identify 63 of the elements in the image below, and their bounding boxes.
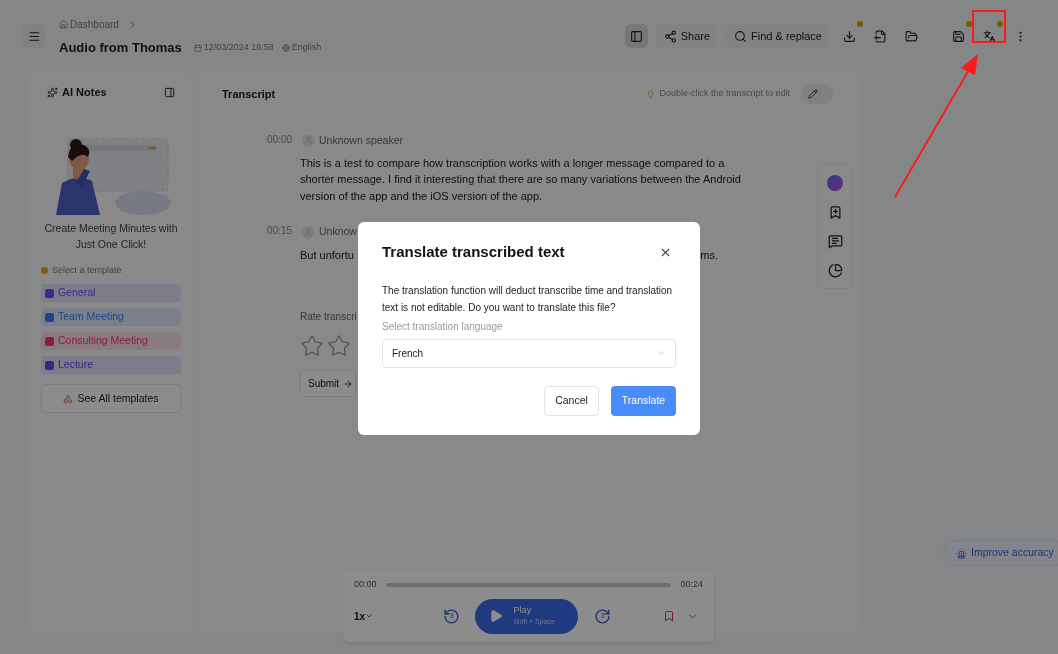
promo-text: Create Meeting Minutes with Just One Click! — [43, 220, 179, 252]
template-hint: Select a template — [52, 263, 122, 277]
arrow-right-icon — [343, 378, 354, 389]
home-icon — [59, 20, 68, 29]
comment-icon[interactable] — [827, 234, 843, 249]
language-select[interactable]: French — [382, 338, 676, 368]
file-export-icon — [874, 29, 887, 43]
panel-title: Transcript — [222, 86, 276, 102]
ai-assistant-icon[interactable] — [827, 175, 843, 191]
breadcrumb-link[interactable]: Dashboard — [59, 17, 119, 32]
forward-icon — [594, 607, 612, 625]
pie-chart-icon[interactable] — [827, 263, 843, 278]
globe-icon — [281, 43, 290, 52]
speaker-name: Unknown speaker — [319, 133, 404, 148]
recording-date: 12/03/2024 16:58 — [203, 41, 274, 54]
toolbar-button[interactable] — [624, 24, 648, 48]
caret-icon — [365, 612, 374, 620]
bookmark-icon[interactable] — [663, 610, 676, 622]
recording-title: Audio from Thomas — [59, 39, 182, 57]
dialog-message: The translation function will deduct transcribe time and translation text is not editable. Do you want to translate this file? — [382, 283, 674, 315]
play-label: Play — [513, 604, 532, 616]
progress-track[interactable] — [385, 582, 672, 587]
translate-button[interactable]: Translate — [611, 385, 676, 416]
play-icon — [489, 609, 504, 623]
caret-icon — [656, 348, 666, 358]
save-icon — [952, 29, 965, 43]
folder-icon — [905, 29, 918, 43]
rewind-icon — [443, 607, 461, 625]
star-icon[interactable] — [300, 334, 324, 358]
transcript-text: ms. — [700, 248, 718, 263]
download-icon — [843, 29, 856, 43]
selected-language: French — [392, 346, 424, 361]
cancel-button[interactable]: Cancel — [544, 385, 599, 416]
recording-language: English — [291, 41, 322, 54]
calendar-icon — [193, 43, 202, 52]
menu-button[interactable] — [22, 24, 46, 48]
siren-icon — [956, 547, 967, 559]
field-label: Select translation language — [382, 319, 504, 334]
submit-button[interactable]: Submit — [300, 370, 356, 397]
shapes-icon — [63, 393, 74, 404]
star-icon[interactable] — [327, 334, 351, 358]
see-all-templates-button[interactable]: See All templates — [41, 384, 181, 413]
panel-icon — [629, 29, 643, 43]
bookmark-icon[interactable] — [827, 205, 843, 220]
speaker-name: Unknow — [319, 224, 357, 240]
transcript-text: This is a test to compare how transcription works with a longer message compared to a shorter message. I find it interesting that there are so many variations between the Android version of the app and the iOS version of the app. — [300, 155, 742, 204]
collapse-panel-icon[interactable] — [164, 86, 175, 98]
lightbulb-icon — [646, 89, 656, 99]
current-time: 00:00 — [354, 578, 377, 591]
share-icon — [663, 29, 677, 43]
sparkles-icon — [47, 86, 58, 98]
menu-icon — [27, 29, 41, 43]
timestamp: 00:15 — [267, 224, 294, 239]
panel-title: AI Notes — [62, 85, 107, 100]
dialog-title: Translate transcribed text — [382, 242, 565, 262]
transcript-text: But unfortu — [300, 248, 354, 263]
total-time: 00:24 — [680, 578, 703, 591]
edit-button[interactable] — [800, 84, 834, 104]
translate-icon — [983, 29, 996, 43]
pencil-icon — [808, 89, 818, 99]
improve-accuracy-button[interactable]: Improve accuracy — [943, 540, 1058, 566]
search-icon — [734, 29, 748, 43]
speed-button[interactable]: 1x — [354, 608, 374, 624]
